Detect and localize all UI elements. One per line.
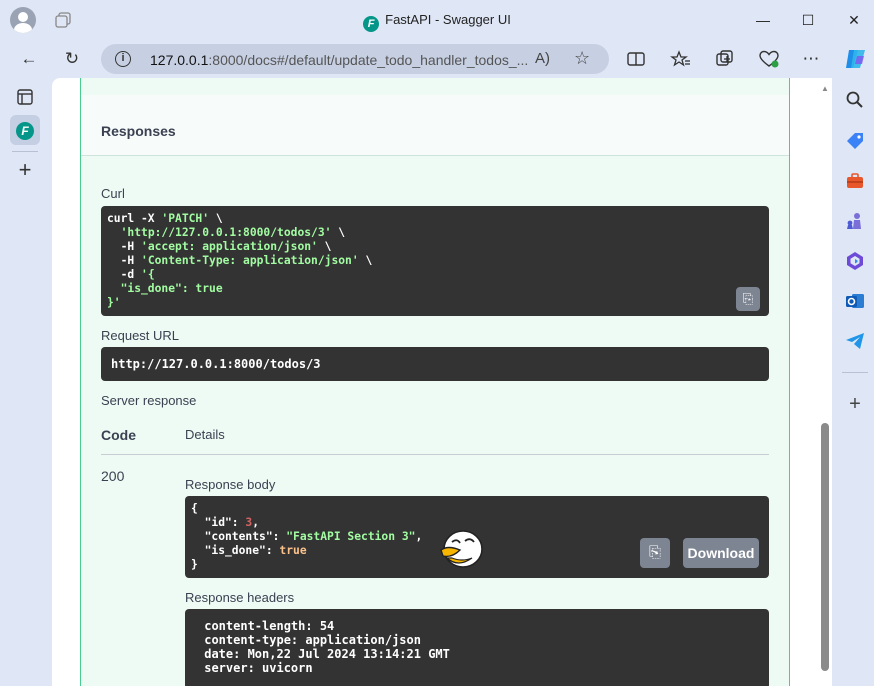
curl-line-string: }' (107, 296, 121, 309)
server-response-label: Server response (101, 393, 197, 408)
games-chess-icon[interactable] (844, 210, 866, 232)
body-open: { (191, 502, 198, 515)
responses-heading: Responses (101, 123, 176, 139)
curl-line: -H 'accept: application/json' \ (107, 240, 763, 254)
more-menu-icon[interactable]: ⋯ (800, 48, 822, 70)
request-url-label: Request URL (101, 328, 180, 343)
copilot-icon[interactable] (843, 46, 869, 72)
close-button[interactable]: ✕ (844, 10, 864, 30)
curl-line-tail: \ (331, 226, 346, 239)
response-header-lines: content-length: 54 content-type: applica… (197, 619, 757, 675)
download-button[interactable]: Download (683, 538, 759, 568)
window-title-text: FastAPI - Swagger UI (385, 12, 511, 27)
address-bar[interactable]: i 127.0.0.1:8000/docs#/default/update_to… (101, 44, 609, 74)
fastapi-tab-icon: F (16, 122, 34, 140)
back-arrow-icon[interactable]: ← (18, 48, 40, 70)
curl-code-block[interactable]: curl -X 'PATCH' \ 'http://127.0.0.1:8000… (101, 206, 769, 316)
collections-icon[interactable] (714, 48, 736, 70)
window-title: F FastAPI - Swagger UI (0, 12, 874, 32)
code-column-header: Code (101, 427, 136, 443)
tab-fastapi-swagger[interactable]: F (10, 115, 40, 145)
curl-line-string: 'http://127.0.0.1:8000/todos/3' (120, 226, 332, 239)
body-contents-key: "contents": (191, 530, 287, 543)
curl-line-string: 'accept: application/json' (141, 240, 318, 253)
microsoft-365-icon[interactable] (844, 250, 866, 272)
favorites-icon[interactable] (670, 48, 692, 70)
curl-line-tail: \ (209, 212, 223, 225)
curl-line-plain: -H (107, 240, 142, 253)
response-status-code: 200 (101, 468, 125, 484)
responses-header: Responses (81, 95, 789, 156)
curl-line-plain (107, 226, 121, 239)
shopping-tag-icon[interactable] (844, 130, 866, 152)
response-header-line: content-length: 54 (197, 619, 335, 633)
url-path: :8000/docs#/default/update_todo_handler_… (208, 52, 529, 68)
response-headers-code-block[interactable]: content-length: 54 content-type: applica… (185, 609, 769, 686)
patch-operation-block: Responses Curl curl -X 'PATCH' \ 'http:/… (80, 78, 790, 686)
split-screen-icon[interactable] (625, 48, 647, 70)
minimize-button[interactable]: — (753, 10, 773, 30)
curl-line-tail: \ (358, 254, 373, 267)
page-viewport: Responses Curl curl -X 'PATCH' \ 'http:/… (52, 78, 832, 686)
sidebar-divider (12, 151, 38, 152)
page-scrollbar[interactable]: ▲ (818, 78, 832, 686)
read-aloud-icon[interactable]: A) (535, 50, 550, 67)
body-id-value: 3 (245, 516, 253, 529)
fastapi-favicon-icon: F (363, 16, 380, 32)
copy-to-clipboard-icon[interactable]: ⎘ (736, 287, 760, 311)
body-id-key: "id": (191, 516, 246, 529)
outlook-icon[interactable] (844, 290, 866, 312)
maximize-button[interactable]: ☐ (798, 10, 818, 30)
scroll-thumb[interactable] (821, 423, 829, 671)
curl-line-plain: curl -X (107, 212, 162, 225)
curl-line-string: "is_done": true (107, 282, 223, 295)
response-header-line: content-type: application/json (197, 633, 421, 647)
browser-essentials-icon[interactable] (758, 48, 780, 70)
response-headers-label: Response headers (185, 590, 295, 605)
body-is-done-key: "is_done": (191, 544, 280, 557)
response-header-line: server: uvicorn (197, 661, 313, 675)
tools-briefcase-icon[interactable] (844, 170, 866, 192)
favorite-star-icon[interactable]: ☆ (574, 48, 590, 69)
curl-line-tail: \ (317, 240, 332, 253)
body-is-done-value: true (279, 544, 307, 557)
new-tab-plus-icon[interactable]: + (10, 155, 40, 185)
curl-line: }' (107, 296, 763, 310)
table-header-divider (101, 454, 769, 455)
curl-label: Curl (101, 186, 125, 201)
sidebar-divider-right (842, 372, 868, 373)
response-header-line: date: Mon,22 Jul 2024 13:14:21 GMT (197, 647, 450, 661)
refresh-icon[interactable]: ↻ (61, 48, 83, 70)
laughing-emoticon-icon (440, 530, 483, 568)
edge-sidebar: + (834, 78, 874, 686)
title-bar: F FastAPI - Swagger UI — ☐ ✕ (0, 0, 874, 40)
add-sidebar-app-plus-icon[interactable]: + (844, 393, 866, 415)
curl-line: 'http://127.0.0.1:8000/todos/3' \ (107, 226, 763, 240)
tab-actions-icon[interactable] (10, 82, 40, 112)
vertical-tabs-bar: F + (0, 78, 50, 686)
curl-line-plain: -H (107, 254, 142, 267)
curl-line-string: 'PATCH' (161, 212, 210, 225)
details-column-header: Details (185, 427, 225, 442)
body-contents-value: "FastAPI Section 3" (286, 530, 416, 543)
scroll-up-arrow-icon[interactable]: ▲ (821, 84, 829, 93)
curl-line: -d '{ (107, 268, 763, 282)
copy-response-body-icon[interactable]: ⎘ (640, 538, 670, 568)
curl-line: curl -X 'PATCH' \ (107, 212, 763, 226)
curl-line-plain: -d (107, 268, 142, 281)
search-icon[interactable] (844, 89, 866, 111)
curl-line-string: '{ (141, 268, 155, 281)
send-telegram-icon[interactable] (844, 330, 866, 352)
curl-line-string: 'Content-Type: application/json' (141, 254, 359, 267)
curl-line: "is_done": true (107, 282, 763, 296)
navigation-bar: ← ↻ i 127.0.0.1:8000/docs#/default/updat… (0, 40, 874, 78)
request-url-value[interactable]: http://127.0.0.1:8000/todos/3 (101, 347, 769, 381)
curl-line: -H 'Content-Type: application/json' \ (107, 254, 763, 268)
curl-lines: curl -X 'PATCH' \ 'http://127.0.0.1:8000… (107, 212, 763, 310)
url-host: 127.0.0.1 (150, 52, 209, 68)
response-body-label: Response body (185, 477, 276, 492)
address-url[interactable]: 127.0.0.1:8000/docs#/default/update_todo… (150, 52, 528, 68)
site-info-icon[interactable]: i (115, 51, 131, 67)
